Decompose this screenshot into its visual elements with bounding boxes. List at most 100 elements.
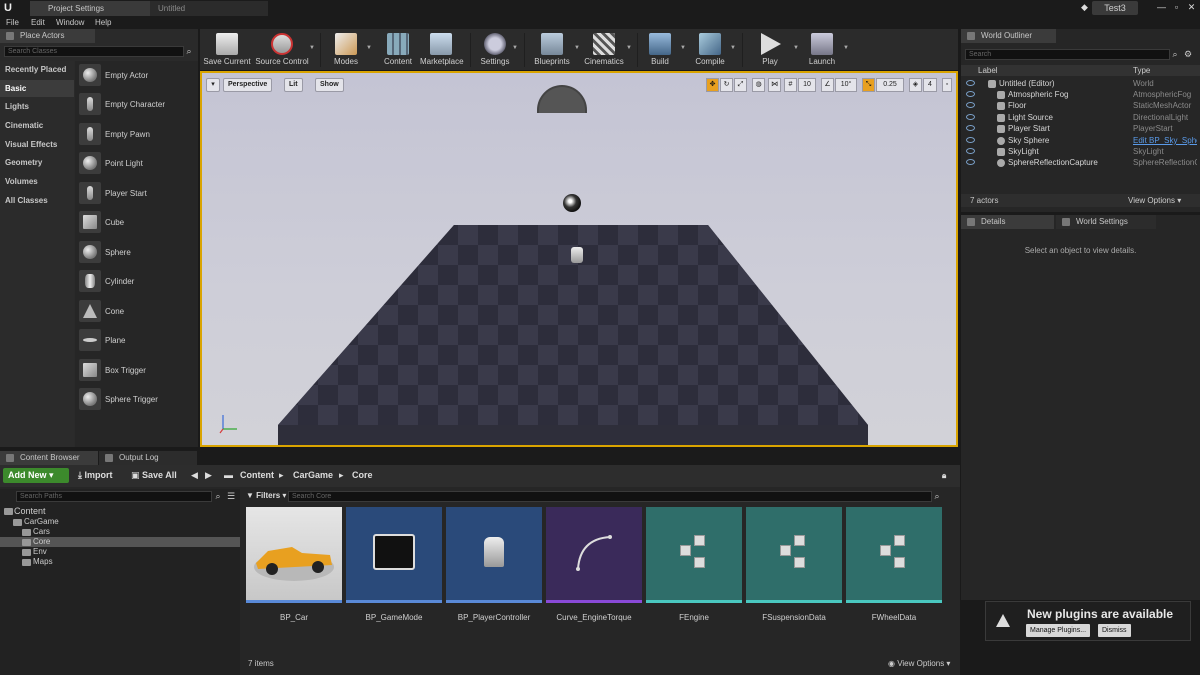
scale-snap-value[interactable]: 0.25	[876, 78, 904, 92]
chevron-down-icon[interactable]: ▼	[730, 45, 736, 51]
view-options-button[interactable]: ◉ View Options ▾	[888, 659, 950, 668]
asset-tile[interactable]: BP_GameMode	[346, 507, 442, 622]
play-button[interactable]: Play	[752, 31, 788, 69]
menu-edit[interactable]: Edit	[31, 16, 45, 29]
tab-content-browser[interactable]: Content Browser	[0, 451, 98, 465]
category-lights[interactable]: Lights	[0, 98, 74, 115]
save-all-button[interactable]: ▣ Save All	[131, 468, 177, 483]
chevron-down-icon[interactable]: ▼	[366, 45, 372, 51]
scale-tool-icon[interactable]: ⤢	[734, 78, 747, 92]
close-icon[interactable]: ✕	[1184, 1, 1199, 14]
search-classes-input[interactable]: Search Classes	[4, 46, 184, 57]
list-item[interactable]: Empty Pawn	[75, 120, 198, 149]
visibility-eye-icon[interactable]	[966, 125, 975, 131]
menu-file[interactable]: File	[6, 16, 19, 29]
surface-snap-icon[interactable]: ⋈	[768, 78, 781, 92]
tab-project-settings[interactable]: Project Settings	[30, 1, 150, 16]
search-icon[interactable]: ⌕	[932, 491, 942, 501]
translate-tool-icon[interactable]: ✥	[706, 78, 719, 92]
table-row[interactable]: Player Start PlayerStart	[961, 123, 1200, 134]
source-control-button[interactable]: Source Control	[254, 31, 310, 69]
import-button[interactable]: ⤓ Import	[78, 468, 112, 483]
chevron-down-icon[interactable]: ▼	[309, 45, 315, 51]
list-item[interactable]: Sphere	[75, 238, 198, 267]
breadcrumb-content[interactable]: Content	[240, 468, 274, 483]
tab-output-log[interactable]: Output Log	[99, 451, 197, 465]
save-current-button[interactable]: Save Current	[202, 31, 252, 69]
tab-details[interactable]: Details	[961, 215, 1054, 229]
manage-plugins-button[interactable]: Manage Plugins...	[1026, 624, 1091, 637]
folder-icon[interactable]: ▬	[224, 468, 233, 483]
category-cinematic[interactable]: Cinematic	[0, 117, 74, 134]
show-button[interactable]: Show	[315, 78, 344, 92]
search-icon[interactable]: ⌕	[184, 46, 194, 56]
grid-snap-icon[interactable]: #	[784, 78, 797, 92]
search-core-input[interactable]: Search Core	[288, 491, 932, 502]
visibility-eye-icon[interactable]	[966, 114, 975, 120]
tree-item-maps[interactable]: Maps	[0, 557, 240, 567]
list-item[interactable]: Box Trigger	[75, 356, 198, 385]
menu-help[interactable]: Help	[95, 16, 111, 29]
minimize-icon[interactable]: —	[1154, 1, 1169, 14]
filters-button[interactable]: ▼ Filters ▾	[246, 491, 286, 503]
modes-button[interactable]: Modes	[326, 31, 366, 69]
column-label[interactable]: Label	[978, 65, 998, 76]
table-row[interactable]: Sky Sphere Edit BP_Sky_Sphe	[961, 135, 1200, 146]
table-row[interactable]: SphereReflectionCapture SphereReflectionC	[961, 157, 1200, 168]
table-row[interactable]: SkyLight SkyLight	[961, 146, 1200, 157]
table-row[interactable]: Floor StaticMeshActor	[961, 100, 1200, 111]
category-all-classes[interactable]: All Classes	[0, 192, 74, 209]
chevron-down-icon[interactable]: ▼	[626, 45, 632, 51]
chevron-down-icon[interactable]: ▼	[574, 45, 580, 51]
camera-speed-icon[interactable]: ◈	[909, 78, 922, 92]
sky-sphere-icon[interactable]	[563, 194, 581, 212]
category-volumes[interactable]: Volumes	[0, 173, 74, 190]
forward-arrow-icon[interactable]: ▶	[205, 468, 212, 483]
category-geometry[interactable]: Geometry	[0, 154, 74, 171]
list-item[interactable]: Point Light	[75, 149, 198, 178]
visibility-eye-icon[interactable]	[966, 148, 975, 154]
tree-item-cargame[interactable]: CarGame	[0, 517, 240, 527]
viewport-options-button[interactable]: ▾	[206, 78, 220, 92]
visibility-eye-icon[interactable]	[966, 102, 975, 108]
list-item[interactable]: Cylinder	[75, 267, 198, 296]
list-item[interactable]: Cube	[75, 208, 198, 237]
visibility-eye-icon[interactable]	[966, 91, 975, 97]
lit-button[interactable]: Lit	[284, 78, 303, 92]
asset-tile[interactable]: Curve_EngineTorque	[546, 507, 642, 622]
content-button[interactable]: Content	[378, 31, 418, 69]
category-visual-effects[interactable]: Visual Effects	[0, 136, 74, 153]
level-viewport[interactable]: ▾ Perspective Lit Show ✥ ↻ ⤢ ◍ ⋈ # 10 ∠ …	[200, 71, 958, 447]
scale-snap-icon[interactable]: ⤡	[862, 78, 875, 92]
world-local-icon[interactable]: ◍	[752, 78, 765, 92]
asset-tile[interactable]: BP_PlayerController	[446, 507, 542, 622]
asset-tile[interactable]: FEngine	[646, 507, 742, 622]
list-item[interactable]: Empty Actor	[75, 61, 198, 90]
breadcrumb-cargame[interactable]: CarGame	[293, 468, 333, 483]
chevron-down-icon[interactable]: ▼	[793, 45, 799, 51]
breadcrumb-core[interactable]: Core	[352, 468, 373, 483]
marketplace-button[interactable]: Marketplace	[420, 31, 464, 69]
grid-snap-value[interactable]: 10	[798, 78, 816, 92]
list-item[interactable]: Plane	[75, 326, 198, 355]
rotation-snap-value[interactable]: 10°	[835, 78, 857, 92]
build-button[interactable]: Build	[642, 31, 678, 69]
search-icon[interactable]: ⌕	[1170, 49, 1180, 59]
chevron-down-icon[interactable]: ▼	[843, 45, 849, 51]
back-arrow-icon[interactable]: ◀	[191, 468, 198, 483]
list-item[interactable]: Sphere Trigger	[75, 385, 198, 414]
visibility-eye-icon[interactable]	[966, 159, 975, 165]
outliner-settings-icon[interactable]: ⚙	[1183, 49, 1193, 59]
chevron-down-icon[interactable]: ▼	[512, 45, 518, 51]
list-item[interactable]: Player Start	[75, 179, 198, 208]
tree-item-content[interactable]: Content	[0, 506, 240, 516]
tree-item-core[interactable]: Core	[0, 537, 240, 547]
tab-world-outliner[interactable]: World Outliner	[961, 29, 1056, 43]
visibility-eye-icon[interactable]	[966, 137, 975, 143]
rotate-tool-icon[interactable]: ↻	[720, 78, 733, 92]
visibility-eye-icon[interactable]	[966, 80, 975, 86]
maximize-viewport-icon[interactable]: ▫	[942, 78, 952, 92]
asset-tile[interactable]: FWheelData	[846, 507, 942, 622]
category-recently-placed[interactable]: Recently Placed	[0, 61, 74, 78]
category-basic[interactable]: Basic	[0, 80, 74, 97]
